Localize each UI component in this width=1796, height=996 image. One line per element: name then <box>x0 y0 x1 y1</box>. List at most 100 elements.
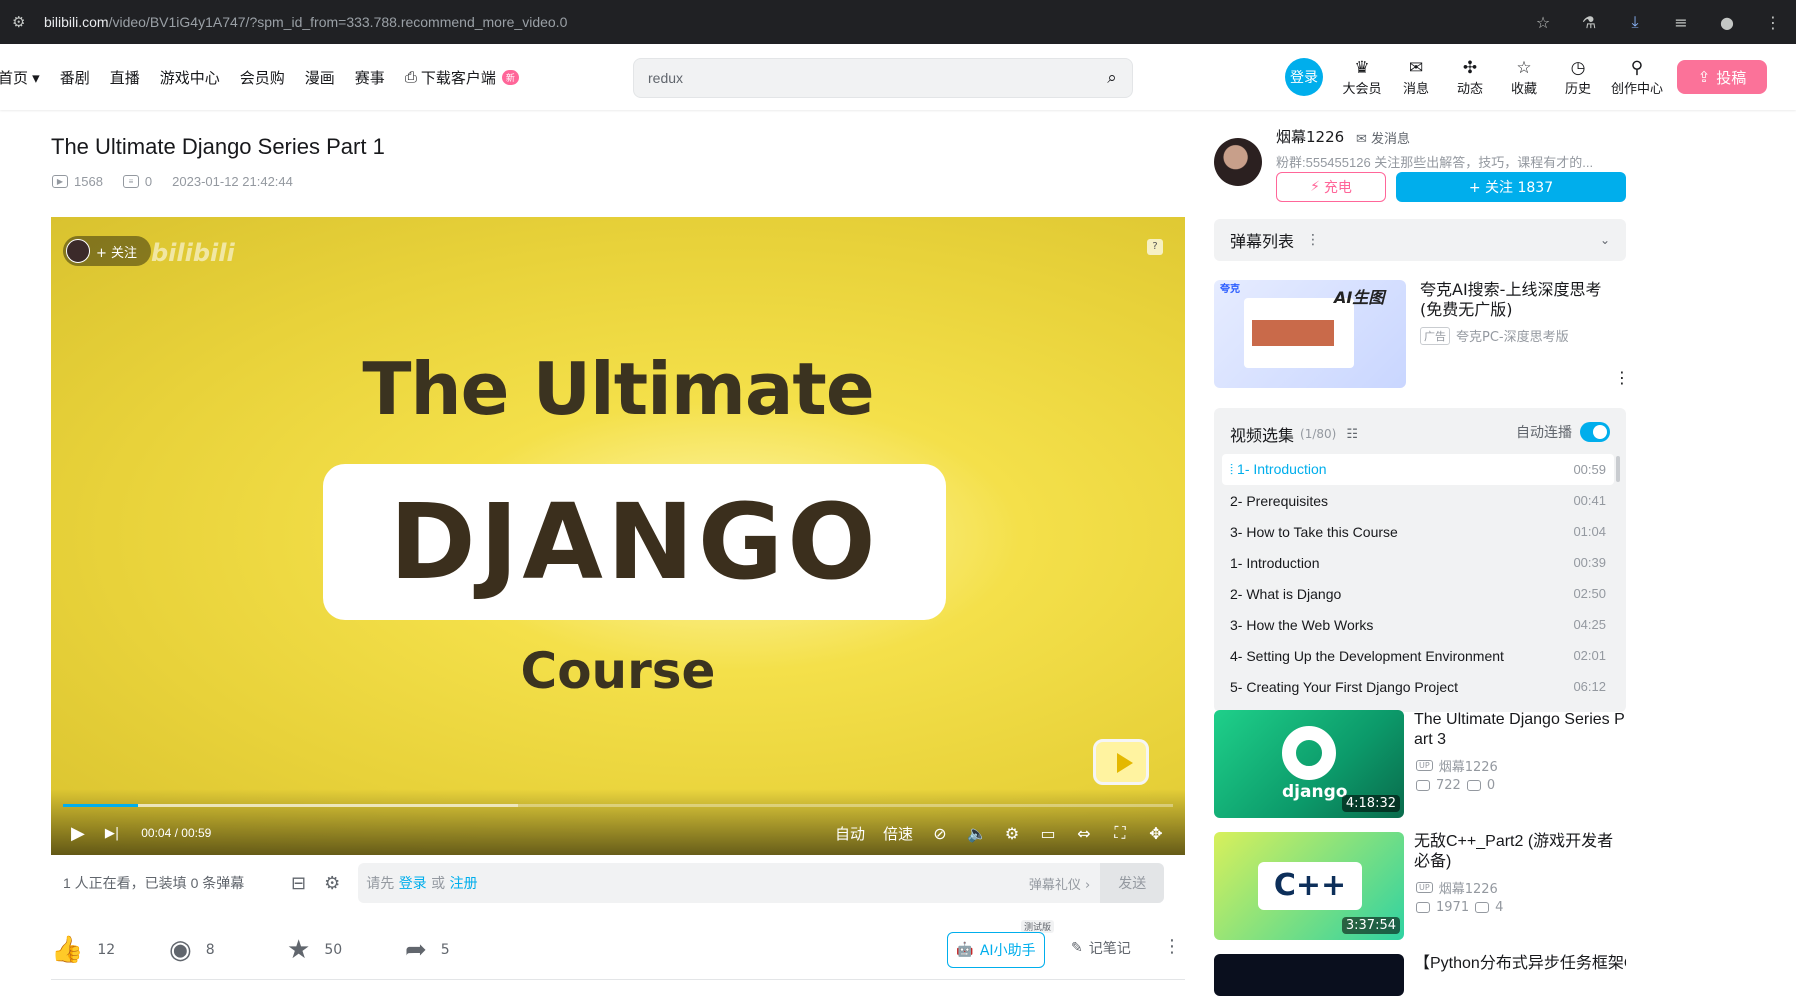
ad-brand: 夸克 <box>1220 284 1240 295</box>
episode-item[interactable]: 2- Prerequisites 00:41 <box>1222 485 1614 516</box>
favorite-button[interactable]: ★ 50 <box>287 935 405 965</box>
follow-button[interactable]: + 关注 1837 <box>1396 172 1626 202</box>
autoplay-toggle[interactable]: 自动连播 <box>1516 422 1610 442</box>
publish-date: 2023-01-12 21:42:44 <box>172 174 293 189</box>
search-box[interactable]: redux ⌕ <box>633 58 1133 98</box>
help-icon[interactable]: ? <box>1147 239 1163 255</box>
episode-title: 2- What is Django <box>1230 585 1342 602</box>
uploader-name[interactable]: 烟幕1226 <box>1276 126 1344 147</box>
main-nav: 首页 ▾ 番剧 直播 游戏中心 会员购 漫画 赛事 ⎙ 下载客户端 新 <box>0 44 539 110</box>
nav-mall[interactable]: 会员购 <box>240 67 285 88</box>
episode-item[interactable]: 1- Introduction 00:39 <box>1222 547 1614 578</box>
header-vip[interactable]: ♛ 大会员 <box>1335 58 1389 97</box>
tab-search-icon[interactable]: ≡ <box>1670 13 1692 32</box>
episode-item[interactable]: 5- Creating Your First Django Project 06:… <box>1222 671 1614 702</box>
header-favorites[interactable]: ☆ 收藏 <box>1497 58 1551 97</box>
ad-more-icon[interactable]: ⋮ <box>1614 368 1630 387</box>
toggle-switch[interactable] <box>1580 422 1610 442</box>
volume-icon[interactable]: 🔈 <box>967 824 987 843</box>
episode-item[interactable]: 4- Setting Up the Development Environmen… <box>1222 640 1614 671</box>
rec-card[interactable]: 【Python分布式异步任务框架C <box>1214 954 1626 996</box>
nav-live[interactable]: 直播 <box>110 67 140 88</box>
subtitle-off-icon[interactable]: ⊘ <box>931 824 949 843</box>
rec-owner[interactable]: 烟幕1226 <box>1439 756 1498 775</box>
video-player[interactable]: bilibili + 关注 ? The Ultimate DJANGO Cour… <box>51 217 1185 855</box>
episode-item[interactable]: 3- How to Take this Course 01:04 <box>1222 516 1614 547</box>
player-follow-button[interactable]: + 关注 <box>63 236 151 266</box>
chevron-down-icon[interactable]: ⌄ <box>1600 233 1610 247</box>
download-icon[interactable]: ⤓ <box>1624 12 1646 32</box>
progress-bar[interactable] <box>63 804 1173 807</box>
upload-button[interactable]: ⇪ 投稿 <box>1677 60 1767 94</box>
more-options-icon[interactable]: ⋮ <box>1306 232 1320 248</box>
like-button[interactable]: 👍 12 <box>51 935 169 965</box>
next-icon[interactable]: ▶| <box>105 826 119 841</box>
send-message-link[interactable]: ✉ 发消息 <box>1356 128 1410 147</box>
rec-card[interactable]: django 4:18:32 The Ultimate Django Serie… <box>1214 710 1626 818</box>
charge-button[interactable]: ⚡ 充电 <box>1276 172 1386 202</box>
list-view-icon[interactable]: ☷ <box>1346 427 1358 442</box>
nav-manga[interactable]: 漫画 <box>305 67 335 88</box>
danmaku-list-label: 弹幕列表 <box>1230 232 1295 251</box>
share-button[interactable]: ➦ 5 <box>405 935 523 965</box>
play-count-icon <box>1416 902 1430 913</box>
lab-icon[interactable]: ⚗ <box>1578 13 1600 32</box>
speed-button[interactable]: 倍速 <box>883 823 913 844</box>
profile-icon[interactable]: ● <box>1716 13 1738 32</box>
login-button[interactable]: 登录 <box>1285 58 1323 96</box>
episode-list-title: 视频选集 <box>1230 426 1295 445</box>
danmaku-list-panel[interactable]: 弹幕列表 ⋮ ⌄ <box>1214 219 1626 261</box>
danmaku-count: 0 <box>144 174 153 189</box>
nav-home[interactable]: 首页 ▾ <box>0 67 40 88</box>
widescreen-icon[interactable]: ⇔ <box>1075 824 1093 843</box>
episode-list: 视频选集 (1/80) ☷ 自动连播 ⦙ 1- Introduction 00:5… <box>1214 408 1626 712</box>
more-icon[interactable]: ⋮ <box>1163 936 1181 957</box>
address-bar[interactable]: bilibili.com/video/BV1iG4y1A747/?spm_id_… <box>44 14 567 30</box>
search-input[interactable]: redux <box>648 70 1092 86</box>
episode-item[interactable]: 2- What is Django 02:50 <box>1222 578 1614 609</box>
nav-download-client[interactable]: ⎙ 下载客户端 新 <box>405 67 519 88</box>
coin-button[interactable]: ◉ 8 <box>169 935 287 965</box>
scrollbar[interactable] <box>1616 456 1620 482</box>
lightning-icon: ⚡ <box>1310 179 1320 195</box>
send-button[interactable]: 发送 <box>1100 863 1165 903</box>
episode-duration: 00:39 <box>1573 555 1606 570</box>
coin-icon: ◉ <box>169 934 192 965</box>
notes-button[interactable]: ✎ 记笔记 <box>1071 938 1131 958</box>
rec-owner[interactable]: 烟幕1226 <box>1439 878 1498 897</box>
settings-icon[interactable]: ⚙ <box>1003 824 1021 843</box>
nav-anime[interactable]: 番剧 <box>60 67 90 88</box>
star-icon[interactable]: ☆ <box>1532 13 1554 32</box>
play-icon[interactable]: ▶ <box>71 823 85 844</box>
menu-icon[interactable]: ⋮ <box>1762 13 1784 32</box>
episode-title: 2- Prerequisites <box>1230 492 1329 509</box>
rec-card[interactable]: C++ 3:37:54 无敌C++_Part2 (游戏开发者必备) UP 烟幕12… <box>1214 832 1626 940</box>
ad-card[interactable]: 夸克 AI生图 夸克AI搜索-上线深度思考(免费无广版) 广告 夸克PC-深度思考… <box>1214 280 1630 388</box>
danmaku-toggle-icon[interactable]: ⊟ <box>291 873 306 894</box>
quality-button[interactable]: 自动 <box>835 823 865 844</box>
time-display: 00:04 / 00:59 <box>141 826 212 840</box>
header-creator-center[interactable]: ⚲ 创作中心 <box>1605 58 1669 97</box>
frame-text-line3: Course <box>520 642 716 700</box>
header-activity[interactable]: ✣ 动态 <box>1443 58 1497 97</box>
uploader-avatar[interactable] <box>1214 138 1262 186</box>
site-info-icon[interactable]: ⚙ <box>12 13 32 31</box>
episode-item[interactable]: 3- How the Web Works 04:25 <box>1222 609 1614 640</box>
header-history[interactable]: ◷ 历史 <box>1551 58 1605 97</box>
episode-title: 1- Introduction <box>1230 554 1320 571</box>
danmaku-etiquette-link[interactable]: 弹幕礼仪 › <box>1029 874 1090 893</box>
danmaku-input[interactable]: 请先 登录 或 注册 弹幕礼仪 › 发送 <box>358 863 1165 903</box>
ai-assistant-button[interactable]: 🤖 AI小助手 <box>947 932 1045 968</box>
fullscreen-icon[interactable]: ✥ <box>1147 824 1165 843</box>
login-link[interactable]: 登录 <box>399 876 427 892</box>
web-fullscreen-icon[interactable]: ⛶ <box>1111 823 1129 843</box>
thumbs-up-icon: 👍 <box>51 934 84 965</box>
register-link[interactable]: 注册 <box>450 876 478 892</box>
nav-esports[interactable]: 赛事 <box>355 67 385 88</box>
danmaku-settings-icon[interactable]: ⚙ <box>324 873 340 894</box>
episode-item[interactable]: ⦙ 1- Introduction 00:59 <box>1222 454 1614 485</box>
header-messages[interactable]: ✉ 消息 <box>1389 58 1443 97</box>
search-icon[interactable]: ⌕ <box>1092 68 1132 88</box>
nav-game-center[interactable]: 游戏中心 <box>160 67 220 88</box>
picture-in-picture-icon[interactable]: ▭ <box>1039 824 1057 843</box>
